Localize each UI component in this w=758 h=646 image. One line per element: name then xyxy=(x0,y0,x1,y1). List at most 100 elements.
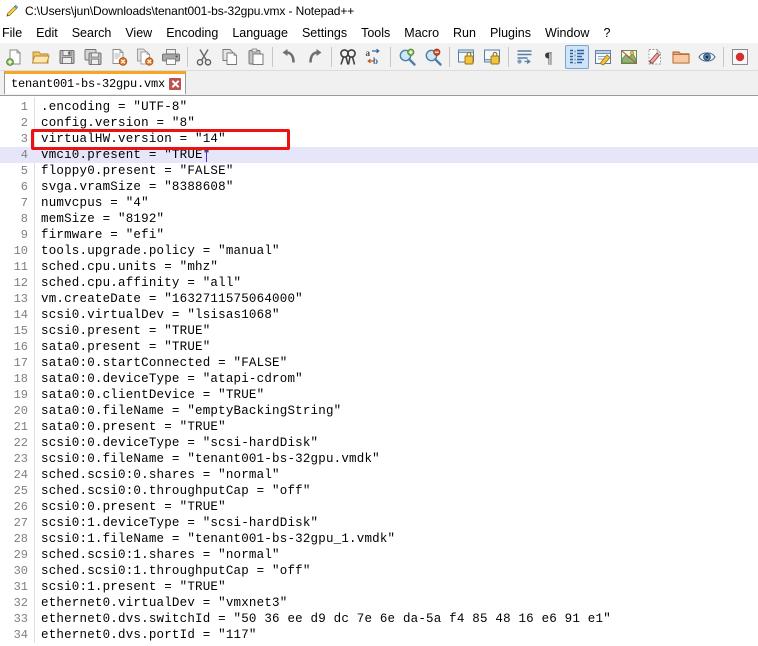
toolbar-separator xyxy=(723,46,724,67)
code-line[interactable]: 34 ethernet0.dvs.portId = "117" xyxy=(0,627,758,643)
code-line[interactable]: 2 config.version = "8" xyxy=(0,115,758,131)
replace-icon[interactable]: a b xyxy=(362,45,386,69)
code-line-text: floppy0.present = "FALSE" xyxy=(41,164,234,178)
code-line[interactable]: 6 svga.vramSize = "8388608" xyxy=(0,179,758,195)
line-number: 33 xyxy=(13,612,28,626)
code-line[interactable]: 26 scsi0:0.present = "TRUE" xyxy=(0,499,758,515)
code-line[interactable]: 1 .encoding = "UTF-8" xyxy=(0,99,758,115)
open-file-icon[interactable] xyxy=(29,45,53,69)
code-line-text: scsi0.present = "TRUE" xyxy=(41,324,211,338)
record-macro-icon[interactable] xyxy=(728,45,752,69)
code-line[interactable]: 27 scsi0:1.deviceType = "scsi-hardDisk" xyxy=(0,515,758,531)
code-line-text: sata0:0.startConnected = "FALSE" xyxy=(41,356,288,370)
document-map-icon[interactable] xyxy=(617,45,641,69)
code-line-text: ethernet0.dvs.portId = "117" xyxy=(41,628,257,642)
code-line[interactable]: 23 scsi0:0.fileName = "tenant001-bs-32gpu… xyxy=(0,451,758,467)
redo-icon[interactable] xyxy=(303,45,327,69)
code-line[interactable]: 33 ethernet0.dvs.switchId = "50 36 ee d9 … xyxy=(0,611,758,627)
code-line-text: sata0:0.present = "TRUE" xyxy=(41,420,226,434)
menu-item-encoding[interactable]: Encoding xyxy=(159,24,225,42)
user-lang-icon[interactable] xyxy=(591,45,615,69)
code-line-text: scsi0:1.fileName = "tenant001-bs-32gpu_1… xyxy=(41,532,396,546)
undo-icon[interactable] xyxy=(277,45,301,69)
editor-pane[interactable]: 1 .encoding = "UTF-8" 2 config.version = "8… xyxy=(0,96,758,643)
code-line[interactable]: 21 sata0:0.present = "TRUE" xyxy=(0,419,758,435)
code-line-text: .encoding = "UTF-8" xyxy=(41,100,188,114)
folder-workspace-icon[interactable] xyxy=(669,45,693,69)
code-line[interactable]: 29 sched.scsi0:1.shares = "normal" xyxy=(0,547,758,563)
window-title: C:\Users\jun\Downloads\tenant001-bs-32gp… xyxy=(25,4,355,18)
paste-icon[interactable] xyxy=(244,45,268,69)
code-line-text: sched.scsi0:0.throughputCap = "off" xyxy=(41,484,311,498)
code-line[interactable]: 20 sata0:0.fileName = "emptyBackingString… xyxy=(0,403,758,419)
code-line[interactable]: 25 sched.scsi0:0.throughputCap = "off" xyxy=(0,483,758,499)
cut-icon[interactable] xyxy=(192,45,216,69)
code-line-text: memSize = "8192" xyxy=(41,212,165,226)
save-all-icon[interactable] xyxy=(81,45,105,69)
sync-horizontal-icon[interactable] xyxy=(480,45,504,69)
print-icon[interactable] xyxy=(159,45,183,69)
code-area[interactable]: 1 .encoding = "UTF-8" 2 config.version = "8… xyxy=(0,97,758,643)
code-line[interactable]: 11 sched.cpu.units = "mhz" xyxy=(0,259,758,275)
code-line[interactable]: 12 sched.cpu.affinity = "all" xyxy=(0,275,758,291)
menu-item-search[interactable]: Search xyxy=(65,24,119,42)
menu-item-macro[interactable]: Macro xyxy=(397,24,446,42)
tab-tenant001-bs-32gpu-vmx[interactable]: tenant001-bs-32gpu.vmx xyxy=(4,71,187,94)
code-line-text: tools.upgrade.policy = "manual" xyxy=(41,244,280,258)
code-line[interactable]: 9 firmware = "efi" xyxy=(0,227,758,243)
menu-item-file[interactable]: File xyxy=(0,24,29,42)
menu-item-edit[interactable]: Edit xyxy=(29,24,65,42)
tab-bar: tenant001-bs-32gpu.vmx xyxy=(0,71,758,96)
code-line[interactable]: 32 ethernet0.virtualDev = "vmxnet3" xyxy=(0,595,758,611)
zoom-in-icon[interactable] xyxy=(395,45,419,69)
new-file-icon[interactable] xyxy=(3,45,27,69)
menu-item-settings[interactable]: Settings xyxy=(295,24,354,42)
code-line[interactable]: 15 scsi0.present = "TRUE" xyxy=(0,323,758,339)
code-line[interactable]: 30 sched.scsi0:1.throughputCap = "off" xyxy=(0,563,758,579)
stop-macro-icon[interactable] xyxy=(754,45,758,69)
copy-icon[interactable] xyxy=(218,45,242,69)
line-number: 1 xyxy=(20,100,28,114)
menu-item-run[interactable]: Run xyxy=(446,24,483,42)
close-tab-icon[interactable] xyxy=(169,78,182,90)
close-file-icon[interactable] xyxy=(107,45,131,69)
word-wrap-icon[interactable] xyxy=(513,45,537,69)
code-line[interactable]: 5 floppy0.present = "FALSE" xyxy=(0,163,758,179)
code-line[interactable]: 19 sata0:0.clientDevice = "TRUE" xyxy=(0,387,758,403)
line-number: 7 xyxy=(20,196,28,210)
save-icon[interactable] xyxy=(55,45,79,69)
code-line[interactable]: 18 sata0:0.deviceType = "atapi-cdrom" xyxy=(0,371,758,387)
code-line[interactable]: 4 vmci0.present = "TRUE" xyxy=(0,147,758,163)
menu-item-window[interactable]: Window xyxy=(538,24,596,42)
zoom-out-icon[interactable] xyxy=(421,45,445,69)
toolbar-separator xyxy=(508,46,509,67)
code-line[interactable]: 7 numvcpus = "4" xyxy=(0,195,758,211)
line-number: 12 xyxy=(13,276,28,290)
code-line[interactable]: 16 sata0.present = "TRUE" xyxy=(0,339,758,355)
sync-vertical-icon[interactable] xyxy=(454,45,478,69)
close-all-icon[interactable] xyxy=(133,45,157,69)
menu-item-tools[interactable]: Tools xyxy=(354,24,397,42)
show-all-chars-icon[interactable]: ¶ xyxy=(539,45,563,69)
svg-text:a: a xyxy=(366,48,371,58)
code-line[interactable]: 24 sched.scsi0:0.shares = "normal" xyxy=(0,467,758,483)
menu-item-plugins[interactable]: Plugins xyxy=(483,24,538,42)
code-line[interactable]: 10 tools.upgrade.policy = "manual" xyxy=(0,243,758,259)
menu-item-language[interactable]: Language xyxy=(225,24,295,42)
function-list-icon[interactable] xyxy=(643,45,667,69)
code-line[interactable]: 22 scsi0:0.deviceType = "scsi-hardDisk" xyxy=(0,435,758,451)
menu-item-help[interactable]: ? xyxy=(596,24,617,42)
line-number: 27 xyxy=(13,516,28,530)
code-line[interactable]: 31 scsi0:1.present = "TRUE" xyxy=(0,579,758,595)
code-line[interactable]: 13 vm.createDate = "1632711575064000" xyxy=(0,291,758,307)
indent-guide-icon[interactable] xyxy=(565,44,589,69)
code-line[interactable]: 3 virtualHW.version = "14" xyxy=(0,131,758,147)
find-icon[interactable] xyxy=(336,45,360,69)
monitoring-icon[interactable] xyxy=(695,45,719,69)
code-line[interactable]: 17 sata0:0.startConnected = "FALSE" xyxy=(0,355,758,371)
code-line[interactable]: 14 scsi0.virtualDev = "lsisas1068" xyxy=(0,307,758,323)
menu-item-view[interactable]: View xyxy=(118,24,159,42)
code-line[interactable]: 28 scsi0:1.fileName = "tenant001-bs-32gpu… xyxy=(0,531,758,547)
line-number: 10 xyxy=(13,244,28,258)
code-line[interactable]: 8 memSize = "8192" xyxy=(0,211,758,227)
